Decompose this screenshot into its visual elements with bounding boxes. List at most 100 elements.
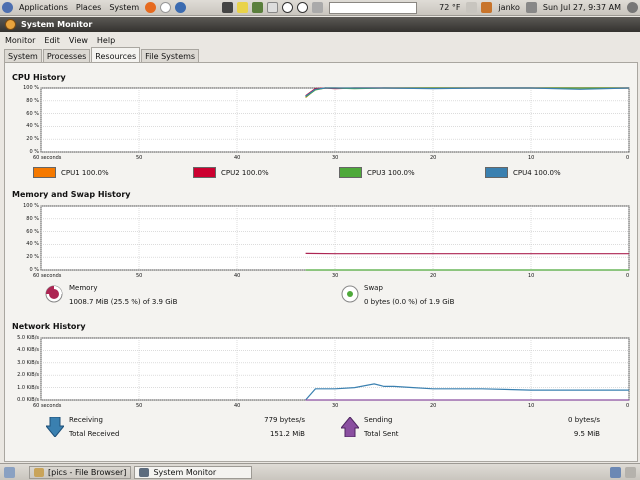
cpu1-label: CPU1 — [61, 168, 80, 177]
power-icon[interactable] — [627, 2, 638, 13]
taskbar-item-label: [pics - File Browser] — [48, 467, 127, 477]
memory-pie-icon[interactable] — [45, 285, 63, 303]
mem-x-tick-label: 60 seconds — [33, 273, 62, 279]
net-x-tick-label: 10 — [528, 403, 535, 409]
help-icon[interactable] — [175, 2, 187, 13]
cpu-x-tick-label: 10 — [528, 155, 535, 161]
weather-icon — [466, 2, 478, 13]
mem-y-tick-label: 100 % — [23, 203, 39, 209]
tab-file-systems[interactable]: File Systems — [141, 49, 200, 63]
cpu2-value: 100.0% — [241, 168, 269, 177]
cpu2-color-swatch[interactable] — [193, 167, 216, 178]
cpu-y-tick-label: 40 % — [26, 123, 39, 130]
applications-menu[interactable]: Applications — [15, 3, 72, 12]
cpu-y-tick-label: 100 % — [23, 85, 39, 91]
net-x-tick-label: 50 — [136, 403, 143, 409]
net-y-tick-label: 2.0 KiB/s — [17, 372, 39, 379]
total-sent-label: Total Sent — [364, 430, 399, 438]
places-menu[interactable]: Places — [72, 3, 105, 12]
memory-graph — [40, 205, 630, 271]
receiving-label: Receiving — [69, 416, 103, 424]
cpu-x-tick-label: 0 — [626, 155, 630, 161]
receiving-arrow-icon[interactable] — [46, 417, 64, 437]
editor-icon[interactable] — [252, 2, 264, 13]
receiving-value: 779 bytes/s — [264, 416, 305, 424]
cpu-y-tick-label: 60 % — [26, 110, 39, 117]
window-titlebar[interactable]: System Monitor — [0, 17, 640, 32]
total-received-value: 151.2 MiB — [269, 430, 305, 438]
mem-x-tick-label: 0 — [626, 273, 630, 279]
net-y-tick-label: 1.0 KiB/s — [17, 384, 39, 391]
net-y-tick-label: 3.0 KiB/s — [17, 359, 39, 366]
resources-panel: CPU History CPU1 100.0% CPU2 100.0% CPU3… — [4, 62, 638, 462]
net-x-tick-label: 40 — [234, 403, 241, 409]
taskbar-item-file-browser[interactable]: [pics - File Browser] — [29, 465, 132, 479]
menu-monitor[interactable]: Monitor — [0, 36, 39, 45]
show-desktop-icon[interactable] — [4, 466, 15, 478]
system-menu[interactable]: System — [105, 3, 143, 12]
terminal-icon[interactable] — [222, 2, 234, 13]
net-x-tick-label: 30 — [332, 403, 339, 409]
firefox-icon[interactable] — [145, 2, 157, 13]
mem-y-tick-label: 60 % — [26, 228, 39, 235]
cpu3-color-swatch[interactable] — [339, 167, 362, 178]
cpu-x-tick-label: 30 — [332, 155, 339, 161]
memory-detail: 1008.7 MiB (25.5 %) of 3.9 GiB — [69, 298, 178, 306]
workspace-switcher-icon[interactable] — [610, 466, 621, 478]
app-icon[interactable] — [5, 19, 16, 30]
total-sent-value: 9.5 MiB — [573, 430, 600, 438]
cpu-y-tick-label: 80 % — [26, 97, 39, 104]
tab-bar: System Processes Resources File Systems — [4, 47, 200, 63]
swap-detail: 0 bytes (0.0 %) of 1.9 GiB — [364, 298, 455, 306]
cpu4-label: CPU4 — [513, 168, 532, 177]
cpu1-legend: CPU1 100.0% — [33, 167, 109, 178]
foot-icon[interactable] — [2, 2, 13, 13]
net-x-tick-label: 20 — [430, 403, 437, 409]
cpu3-label: CPU3 — [367, 168, 386, 177]
tab-system[interactable]: System — [4, 49, 42, 63]
network-icon[interactable] — [525, 2, 537, 13]
cpu-x-tick-label: 50 — [136, 155, 143, 161]
swap-label: Swap — [364, 284, 383, 292]
cpu-y-tick-label: 20 % — [26, 136, 39, 143]
memory-history-title: Memory and Swap History — [12, 190, 131, 199]
cpu-graph — [40, 87, 630, 153]
top-panel: Applications Places System 72 °F janko S… — [0, 0, 640, 16]
swap-pie-icon[interactable] — [341, 285, 359, 303]
taskbar-item-label: System Monitor — [153, 467, 217, 477]
cpu2-legend: CPU2 100.0% — [193, 167, 269, 178]
mem-y-tick-label: 40 % — [26, 241, 39, 248]
cpu4-value: 100.0% — [533, 168, 561, 177]
search-input[interactable] — [329, 1, 418, 14]
temperature: 72 °F — [439, 3, 461, 12]
network-graph — [40, 337, 630, 401]
sending-arrow-icon[interactable] — [341, 417, 359, 437]
menu-edit[interactable]: Edit — [39, 36, 64, 45]
notes-icon[interactable] — [237, 2, 249, 13]
net-y-tick-label: 4.0 KiB/s — [17, 347, 39, 354]
cpu1-color-swatch[interactable] — [33, 167, 56, 178]
drive-icon[interactable] — [312, 2, 324, 13]
monitor-icon — [139, 467, 150, 477]
tab-processes[interactable]: Processes — [42, 49, 91, 63]
user-icon — [481, 2, 493, 13]
calendar-icon[interactable] — [267, 2, 279, 13]
taskbar-item-system-monitor[interactable]: System Monitor — [134, 465, 253, 479]
trash-icon[interactable] — [625, 466, 636, 478]
tab-resources[interactable]: Resources — [91, 47, 141, 63]
cpu-history-title: CPU History — [12, 73, 66, 82]
launcher-icon[interactable] — [160, 2, 172, 13]
menu-help[interactable]: Help — [92, 36, 119, 45]
mem-x-tick-label: 10 — [528, 273, 535, 279]
cpu4-color-swatch[interactable] — [485, 167, 508, 178]
cpu3-value: 100.0% — [387, 168, 415, 177]
clock[interactable]: Sun Jul 27, 9:37 AM — [539, 3, 625, 12]
mem-y-tick-label: 20 % — [26, 254, 39, 261]
menu-view[interactable]: View — [64, 36, 92, 45]
mem-x-tick-label: 30 — [332, 273, 339, 279]
cpu4-legend: CPU4 100.0% — [485, 167, 561, 178]
mem-y-tick-label: 80 % — [26, 215, 39, 222]
user-name[interactable]: janko — [494, 3, 523, 12]
eyes-icon — [282, 2, 294, 13]
net-x-tick-label: 60 seconds — [33, 403, 62, 409]
